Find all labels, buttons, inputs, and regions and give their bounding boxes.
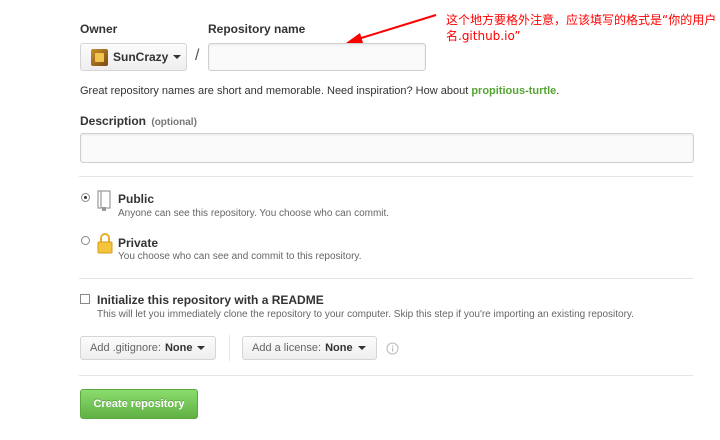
chevron-down-icon xyxy=(173,55,182,59)
readme-note: This will let you immediately clone the … xyxy=(97,309,634,320)
suggestion-link[interactable]: propitious-turtle xyxy=(471,85,556,97)
private-note: You choose who can see and commit to thi… xyxy=(118,251,362,262)
chevron-down-icon xyxy=(357,346,366,350)
divider xyxy=(79,176,693,177)
description-optional-label: (optional) xyxy=(151,117,197,128)
gitignore-value: None xyxy=(164,342,193,354)
hint-text: Great repository names are short and mem… xyxy=(80,85,472,97)
description-label: Description (optional) xyxy=(80,114,197,128)
lock-icon xyxy=(97,233,113,254)
owner-select-button[interactable]: SunCrazy xyxy=(80,43,187,71)
private-radio[interactable] xyxy=(81,236,90,245)
readme-title: Initialize this repository with a README xyxy=(97,293,324,307)
gitignore-prefix: Add .gitignore: xyxy=(90,342,161,354)
info-icon[interactable] xyxy=(386,342,399,355)
divider xyxy=(79,375,693,376)
private-title: Private xyxy=(118,236,159,250)
license-select-button[interactable]: Add a license: None xyxy=(242,336,377,360)
owner-name: SunCrazy xyxy=(113,50,169,64)
license-prefix: Add a license: xyxy=(252,342,322,354)
owner-repo-separator: / xyxy=(195,47,200,64)
description-input[interactable] xyxy=(80,133,694,163)
repo-book-icon xyxy=(97,190,111,211)
repo-name-hint: Great repository names are short and mem… xyxy=(80,85,559,97)
button-divider xyxy=(229,335,230,361)
create-repository-button[interactable]: Create repository xyxy=(80,389,198,419)
description-label-text: Description xyxy=(80,114,147,128)
annotation-note: 这个地方要格外注意，应该填写的格式是“你的用户名.github.io” xyxy=(446,13,717,43)
public-radio[interactable] xyxy=(81,193,90,202)
divider xyxy=(79,278,693,279)
gitignore-select-button[interactable]: Add .gitignore: None xyxy=(80,336,216,360)
license-value: None xyxy=(325,342,353,354)
chevron-down-icon xyxy=(197,346,206,350)
repo-name-label: Repository name xyxy=(208,22,306,36)
annotation-arrow-icon xyxy=(346,14,437,43)
hint-suffix: . xyxy=(556,85,560,97)
readme-checkbox[interactable] xyxy=(80,294,90,304)
public-title: Public xyxy=(118,192,155,206)
public-note: Anyone can see this repository. You choo… xyxy=(118,208,390,219)
owner-avatar xyxy=(91,48,108,66)
owner-label: Owner xyxy=(80,22,118,36)
